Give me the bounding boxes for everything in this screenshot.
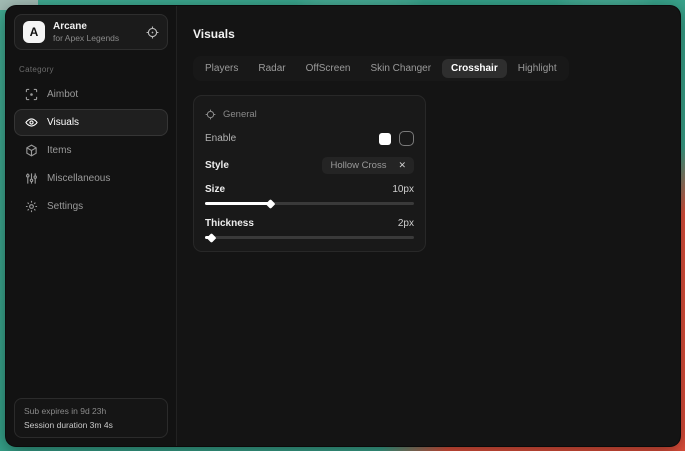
sidebar-item-label: Items — [47, 145, 71, 156]
enable-label: Enable — [205, 133, 236, 144]
app-header-card: A Arcane for Apex Legends — [14, 14, 168, 50]
app-title-block: Arcane for Apex Legends — [53, 21, 119, 43]
section-title: General — [223, 109, 257, 120]
enable-controls — [379, 131, 414, 146]
close-icon[interactable]: ✕ — [398, 161, 406, 170]
size-slider[interactable] — [205, 202, 414, 205]
gear-icon — [25, 200, 38, 213]
app-subtitle: for Apex Legends — [53, 33, 119, 43]
tab-crosshair[interactable]: Crosshair — [442, 59, 507, 78]
tab-highlight[interactable]: Highlight — [509, 59, 566, 78]
color-swatch[interactable] — [379, 133, 391, 145]
thickness-row: Thickness 2px — [205, 218, 414, 229]
visuals-tabbar: Players Radar OffScreen Skin Changer Cro… — [193, 56, 569, 81]
crosshair-circle-icon — [205, 109, 216, 120]
size-slider-thumb[interactable] — [265, 199, 275, 209]
cube-icon — [25, 144, 38, 157]
crosshair-scan-icon — [25, 88, 38, 101]
thickness-value: 2px — [398, 218, 414, 229]
app-logo: A — [23, 21, 45, 43]
tab-skin-changer[interactable]: Skin Changer — [361, 59, 440, 78]
size-slider-fill — [205, 202, 270, 205]
sub-expires-text: Sub expires in 9d 23h — [24, 406, 158, 416]
sidebar: A Arcane for Apex Legends Category — [6, 6, 177, 446]
session-duration-text: Session duration 3m 4s — [24, 420, 158, 430]
thickness-slider[interactable] — [205, 236, 414, 239]
sidebar-item-label: Miscellaneous — [47, 173, 110, 184]
sidebar-item-visuals[interactable]: Visuals — [14, 109, 168, 136]
sliders-icon — [25, 172, 38, 185]
arcane-window: A Arcane for Apex Legends Category — [6, 6, 680, 446]
general-settings-card: General Enable Style Hollow Cross ✕ Size… — [193, 95, 426, 252]
style-value: Hollow Cross — [330, 160, 386, 171]
style-label: Style — [205, 160, 229, 171]
thickness-label: Thickness — [205, 218, 254, 229]
enable-row: Enable — [205, 131, 414, 146]
category-label: Category — [19, 65, 163, 74]
thickness-slider-fill — [205, 236, 211, 239]
sidebar-item-label: Visuals — [47, 117, 79, 128]
sidebar-item-label: Settings — [47, 201, 83, 212]
subscription-info-box: Sub expires in 9d 23h Session duration 3… — [14, 398, 168, 438]
tab-players[interactable]: Players — [196, 59, 247, 78]
thickness-slider-thumb[interactable] — [207, 233, 217, 243]
size-row: Size 10px — [205, 184, 414, 195]
tab-radar[interactable]: Radar — [249, 59, 294, 78]
page-title: Visuals — [193, 27, 664, 41]
tab-offscreen[interactable]: OffScreen — [297, 59, 360, 78]
style-select[interactable]: Hollow Cross ✕ — [322, 157, 414, 174]
card-header: General — [205, 104, 414, 131]
style-row: Style Hollow Cross ✕ — [205, 157, 414, 174]
app-name: Arcane — [53, 21, 119, 32]
sidebar-item-aimbot[interactable]: Aimbot — [14, 81, 168, 108]
sidebar-item-settings[interactable]: Settings — [14, 193, 168, 220]
main-panel: Visuals Players Radar OffScreen Skin Cha… — [177, 6, 680, 446]
size-label: Size — [205, 184, 225, 195]
enable-checkbox[interactable] — [399, 131, 414, 146]
eye-icon — [25, 116, 38, 129]
sidebar-item-miscellaneous[interactable]: Miscellaneous — [14, 165, 168, 192]
target-icon[interactable] — [146, 26, 159, 39]
sidebar-item-label: Aimbot — [47, 89, 78, 100]
sidebar-item-items[interactable]: Items — [14, 137, 168, 164]
size-value: 10px — [392, 184, 414, 195]
